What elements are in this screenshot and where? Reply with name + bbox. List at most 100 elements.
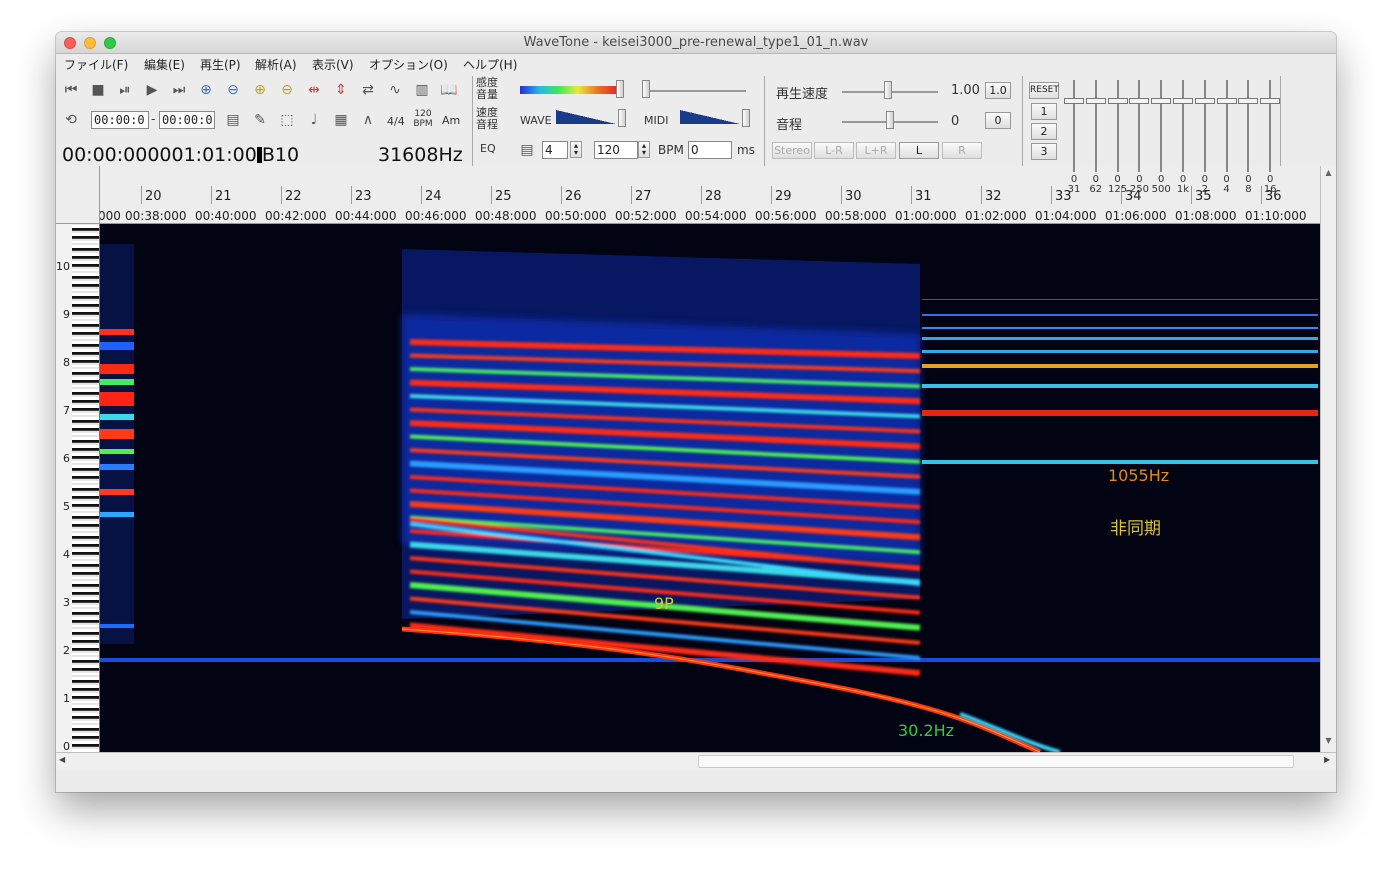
eq-track [1116,80,1119,172]
stereo-button[interactable]: Stereo [772,142,812,159]
eq-knob[interactable] [1151,98,1172,104]
eq-knob[interactable] [1260,98,1281,104]
eq-band-31[interactable]: 0 31 [1063,80,1085,195]
eq-knob[interactable] [1216,98,1237,104]
spectrum-icon[interactable]: ▥ [411,79,433,101]
zoom-out-vertical-icon[interactable]: ⊖ [276,79,298,101]
eq-preset-2-button[interactable]: 2 [1031,123,1057,140]
octave-label: 7 [63,404,70,417]
playback-speed-reset-button[interactable]: 1.0 [985,82,1011,99]
beats-stepper[interactable]: ▴ ▾ [570,141,582,158]
midi-knob[interactable] [742,109,750,127]
pitch-knob[interactable] [886,111,894,129]
ms-input[interactable]: 0 [688,141,732,159]
position-note: B10 [261,144,300,166]
play-icon[interactable]: ▶ [141,79,163,101]
scroll-up-icon[interactable]: ▲ [1322,168,1335,180]
ruler-tick [351,186,352,204]
menu-edit[interactable]: 編集(E) [144,56,185,73]
time-label: 01:08:000 [1175,209,1237,223]
eq-band-250[interactable]: 0 250 [1128,80,1150,195]
eq-knob[interactable] [1107,98,1128,104]
beats-input[interactable]: 4 [542,141,568,159]
key-signature[interactable]: Am [442,114,460,127]
menu-file[interactable]: ファイル(F) [64,56,128,73]
eq-knob[interactable] [1238,98,1259,104]
eq-band-500[interactable]: 0 500 [1150,80,1172,195]
eq-knob[interactable] [1194,98,1215,104]
pause-play-icon[interactable]: ⏯ [114,79,136,101]
horizontal-scrollbar[interactable]: ◀ ▶ [56,752,1336,770]
expand-h-icon[interactable]: ⇹ [303,79,325,101]
scroll-right-icon[interactable]: ▶ [1324,755,1330,764]
menu-help[interactable]: ヘルプ(H) [463,56,517,73]
wave-knob[interactable] [618,109,626,127]
eq-band-2[interactable]: 02 [1194,80,1216,195]
piano-keyboard[interactable]: 10 9 8 7 6 5 4 3 2 1 0 [56,224,100,752]
expand-v-icon[interactable]: ⇕ [330,79,352,101]
stop-icon[interactable]: ■ [87,79,109,101]
octave-label: 10 [56,260,70,273]
curve-icon[interactable]: ∧ [357,109,379,131]
book-icon[interactable]: 📖 [438,79,460,101]
bpm-input[interactable]: 120 [594,141,638,159]
eq-band-4[interactable]: 04 [1216,80,1238,195]
zoom-out-horizontal-icon[interactable]: ⊖ [222,79,244,101]
scroll-down-icon[interactable]: ▼ [1322,736,1335,748]
range-start-input[interactable]: 00:00:0 [91,111,149,129]
metronome-icon[interactable]: ▤ [516,139,538,161]
zoom-in-horizontal-icon[interactable]: ⊕ [195,79,217,101]
eq-knob[interactable] [1129,98,1150,104]
eq-knob[interactable] [1085,98,1106,104]
ms-label: ms [737,143,755,157]
l-minus-r-button[interactable]: L-R [814,142,854,159]
midi-label: MIDI [644,114,669,127]
vertical-scrollbar[interactable]: ▲ ▼ [1320,166,1336,752]
time-signature[interactable]: 4/4 [387,115,405,128]
l-plus-r-button[interactable]: L+R [856,142,896,159]
menu-analyze[interactable]: 解析(A) [255,56,297,73]
eq-band-62[interactable]: 0 62 [1085,80,1107,195]
pitch-reset-button[interactable]: 0 [985,112,1011,129]
fast-forward-icon[interactable]: ⏭ [168,79,190,101]
volume-track[interactable] [646,90,746,92]
note-icon[interactable]: ♩ [303,109,325,131]
eq-knob[interactable] [1173,98,1193,104]
menu-options[interactable]: オプション(O) [369,56,448,73]
spectrogram[interactable]: 1055Hz 非同期 9P 30.2Hz [100,224,1320,752]
volume-knob[interactable] [642,80,650,98]
eq-band-125[interactable]: 0 125 [1107,80,1129,195]
right-channel-button[interactable]: R [942,142,982,159]
eq-label[interactable]: EQ [480,142,496,155]
menu-view[interactable]: 表示(V) [312,56,354,73]
horizontal-scroll-thumb[interactable] [698,755,1294,768]
playback-speed-knob[interactable] [884,81,892,99]
grid-icon[interactable]: ▦ [330,109,352,131]
range-end-input[interactable]: 00:00:0 [159,111,215,129]
eq-band-1k[interactable]: 0 1k [1172,80,1194,195]
zoom-in-vertical-icon[interactable]: ⊕ [249,79,271,101]
pen-icon[interactable]: ✎ [249,109,271,131]
swap-icon[interactable]: ⇄ [357,79,379,101]
select-icon[interactable]: ⬚ [276,109,298,131]
left-channel-button[interactable]: L [899,142,939,159]
divider [1022,76,1023,166]
eq-band-16[interactable]: 0 16 [1259,80,1281,195]
eq-reset-button[interactable]: RESET [1029,82,1059,99]
eq-band-8[interactable]: 08 [1237,80,1259,195]
time-label: 00:38:000 [125,209,187,223]
eq-knob[interactable] [1064,98,1084,104]
sensitivity-volume-label: 感度 音量 [476,77,498,101]
loop-icon[interactable]: ⟲ [60,109,82,131]
bpm-small[interactable]: 120 BPM [412,109,434,129]
layout-icon[interactable]: ▤ [222,109,244,131]
rewind-icon[interactable]: ⏮ [60,79,82,101]
waveform-icon[interactable]: ∿ [384,79,406,101]
eq-preset-1-button[interactable]: 1 [1031,103,1057,120]
scroll-left-icon[interactable]: ◀ [59,755,65,764]
bpm-stepper[interactable]: ▴ ▾ [638,141,650,158]
eq-preset-3-button[interactable]: 3 [1031,143,1057,160]
sensitivity-knob[interactable] [616,80,624,98]
octave-label: 1 [63,692,70,705]
menu-play[interactable]: 再生(P) [200,56,241,73]
